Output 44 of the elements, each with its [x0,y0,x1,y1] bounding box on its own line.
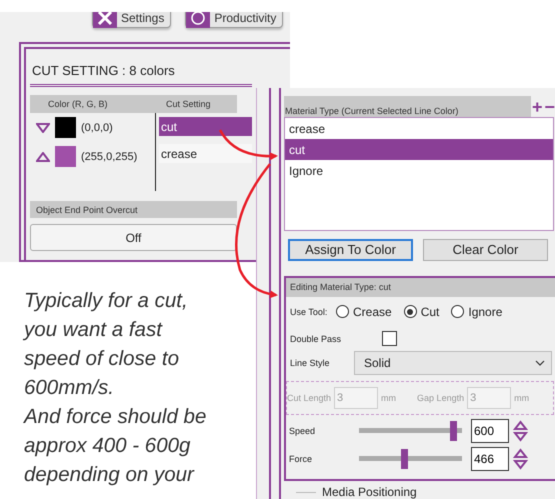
tool-radio[interactable]: Cut [404,304,440,319]
slider-label: Force [289,452,314,465]
overcut-button[interactable]: Off [30,224,237,251]
move-up-icon[interactable] [36,152,50,162]
editing-header: Editing Material Type: cut [286,278,555,297]
material-type-header: Material Type (Current Selected Line Color) [284,96,531,117]
move-down-icon[interactable] [36,122,50,132]
material-list-item[interactable]: cut [285,139,553,160]
annotation-arrow [218,129,278,160]
slider-label: Speed [289,424,316,437]
toolbar-tab[interactable]: Productivity [185,12,284,28]
gap-length-label: Gap Length [417,392,464,403]
annotation-text: Typically for a cut, you want a fast speed of close to 600mm/s. And force should be approx 400 - 600g depending on your [24,288,206,488]
column-header: Cut Setting [166,99,211,109]
slider-thumb[interactable] [401,448,408,469]
assign-button[interactable]: Assign To Color [288,238,413,261]
spinner-icon[interactable] [513,420,528,442]
rgb-value: (255,0,255) [81,150,138,162]
slider-thumb[interactable] [450,420,457,441]
cut-setting-cell[interactable]: cut [159,117,252,136]
overcut-label: Object End Point Overcut [30,201,237,218]
tool-radio[interactable]: Ignore [451,304,502,319]
rgb-value: (0,0,0) [81,122,113,134]
spinner-icon[interactable] [513,448,528,470]
tool-radio[interactable]: Crease [336,304,392,319]
clear-button[interactable]: Clear Color [423,238,548,261]
cut-length-label: Cut Length [287,392,332,403]
use-tool-label: Use Tool: [290,306,328,318]
section-title: CUT SETTING : 8 colors [30,49,252,87]
number-field[interactable]: 466 [471,446,509,471]
chevron-down-icon [535,360,545,366]
line-style-label: Line Style [290,356,331,369]
add-button[interactable]: + [530,98,544,114]
remove-button[interactable]: − [543,98,555,114]
cut-setting-cell[interactable]: crease [159,144,252,163]
unit-label: mm [514,392,530,403]
number-field[interactable]: 600 [471,418,509,443]
double-pass-label: Double Pass [290,332,342,345]
toolbar-tab[interactable]: Settings [92,12,172,28]
column-header: Color (R, G, B) [47,99,109,109]
group-title: Media Positioning [322,485,417,499]
unit-label: mm [381,392,396,403]
line-style-dropdown[interactable]: Solid [354,350,552,375]
double-pass-checkbox[interactable] [382,331,397,346]
